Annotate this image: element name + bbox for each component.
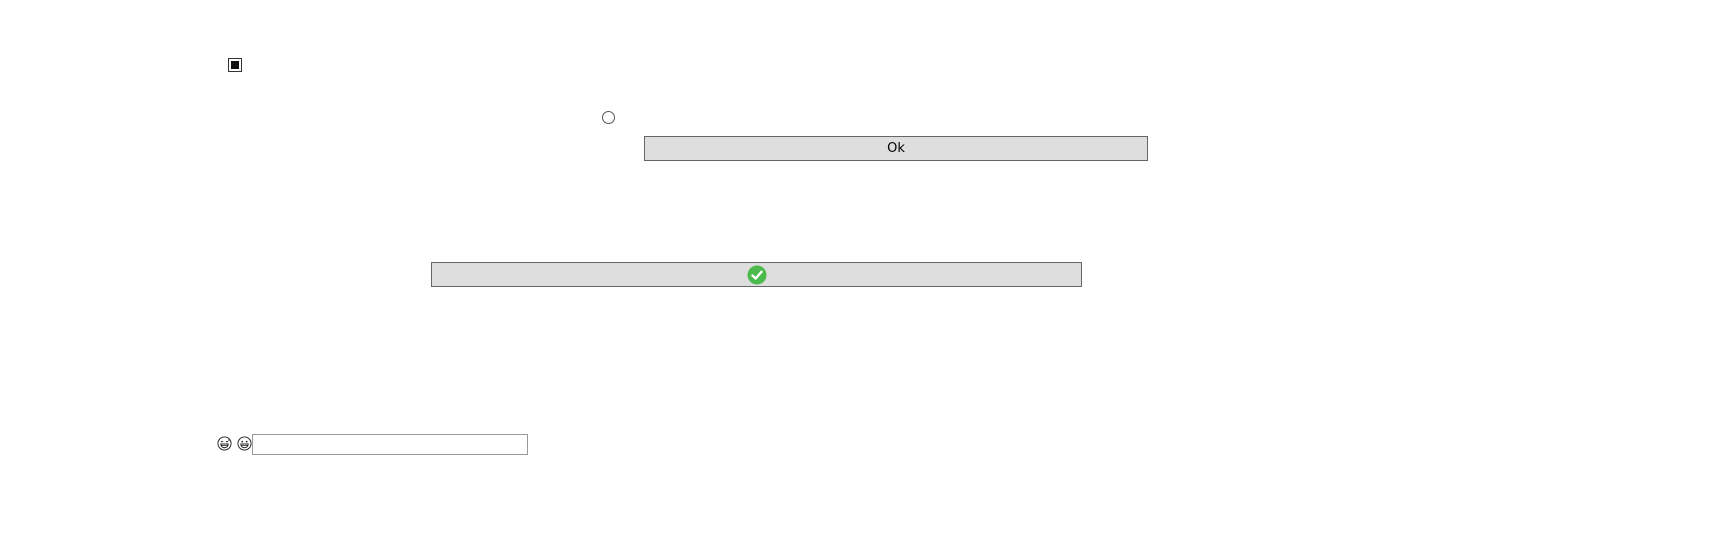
grinning-sweat-face-icon[interactable] [217, 436, 232, 451]
ok-button[interactable]: Ok [644, 136, 1148, 161]
check-circle-icon [747, 265, 766, 284]
confirm-button[interactable] [431, 262, 1082, 287]
checkbox-checked-mark [231, 61, 239, 69]
radio-button[interactable] [602, 111, 615, 124]
text-input[interactable] [252, 434, 528, 455]
grinning-face-icon[interactable] [237, 436, 252, 451]
checkbox[interactable] [228, 58, 242, 72]
